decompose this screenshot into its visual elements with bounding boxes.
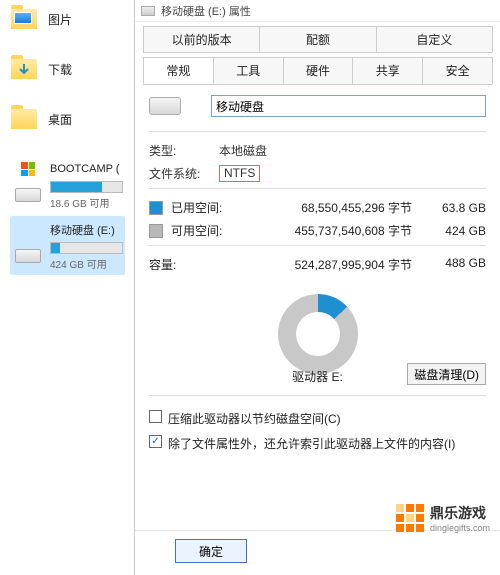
pictures-folder-icon: [10, 5, 38, 33]
free-space-human: 424 GB: [426, 224, 486, 238]
capacity-human: 488 GB: [426, 256, 486, 273]
tab-security[interactable]: 安全: [422, 57, 493, 84]
capacity-bytes: 524,287,995,904 字节: [239, 256, 426, 273]
drive-subtext: 424 GB 可用: [50, 256, 123, 271]
tab-previous-versions[interactable]: 以前的版本: [143, 26, 260, 52]
sidebar-item-desktop[interactable]: 桌面: [10, 105, 125, 133]
used-space-human: 63.8 GB: [426, 201, 486, 215]
index-checkbox[interactable]: ✓: [149, 435, 162, 448]
desktop-folder-icon: [10, 105, 38, 133]
drive-list: BOOTCAMP ( 18.6 GB 可用 移动硬盘 (E:): [10, 155, 125, 275]
hdd-icon: [12, 246, 44, 266]
free-swatch-icon: [149, 224, 163, 238]
index-checkbox-label: 除了文件属性外，还允许索引此驱动器上文件的内容(I): [168, 435, 486, 452]
dialog-title: 移动硬盘 (E:) 属性: [161, 3, 251, 19]
free-space-bytes: 455,737,540,608 字节: [239, 222, 426, 239]
tab-sharing[interactable]: 共享: [352, 57, 423, 84]
sidebar-item-label: 下载: [48, 61, 72, 78]
downloads-folder-icon: [10, 55, 38, 83]
drive-icon: [141, 6, 155, 16]
tab-general[interactable]: 常规: [143, 57, 214, 84]
tab-hardware[interactable]: 硬件: [283, 57, 354, 84]
drive-item-bootcamp[interactable]: BOOTCAMP ( 18.6 GB 可用: [10, 155, 125, 214]
compress-checkbox[interactable]: [149, 410, 162, 423]
drive-name: BOOTCAMP (: [50, 163, 123, 175]
used-space-label: 已用空间:: [171, 199, 239, 216]
tab-tools[interactable]: 工具: [213, 57, 284, 84]
properties-dialog: 移动硬盘 (E:) 属性 以前的版本 配额 自定义 常规 工具 硬件 共享 安全…: [134, 0, 500, 575]
watermark-url: dinglegifts.com: [430, 523, 490, 533]
filesystem-label: 文件系统:: [149, 165, 219, 182]
ok-button[interactable]: 确定: [175, 539, 247, 563]
compress-checkbox-label: 压缩此驱动器以节约磁盘空间(C): [168, 410, 486, 427]
sidebar-item-pictures[interactable]: 图片: [10, 5, 125, 33]
tab-customize[interactable]: 自定义: [376, 26, 493, 52]
watermark-logo-icon: [396, 504, 424, 532]
windows-flag-icon: [12, 159, 44, 179]
explorer-sidebar: 图片 下载 桌面 BOOTCAMP (: [0, 0, 130, 575]
tabs-row-2: 常规 工具 硬件 共享 安全: [143, 57, 492, 85]
drive-item-removable[interactable]: 移动硬盘 (E:) 424 GB 可用: [10, 216, 125, 275]
drive-subtext: 18.6 GB 可用: [50, 195, 123, 210]
tab-quota[interactable]: 配额: [259, 26, 376, 52]
watermark-name: 鼎乐游戏: [430, 505, 486, 521]
hdd-icon: [12, 185, 44, 205]
usage-pie-chart: [278, 294, 358, 374]
drive-letter-label: 驱动器 E:: [292, 368, 343, 385]
dialog-button-row: 确定: [135, 530, 500, 575]
sidebar-item-label: 桌面: [48, 111, 72, 128]
filesystem-value: NTFS: [219, 165, 260, 182]
drive-name-input[interactable]: [211, 95, 486, 117]
general-tab-body: 类型: 本地磁盘 文件系统: NTFS 已用空间: 68,550,455,296…: [135, 85, 500, 530]
sidebar-item-downloads[interactable]: 下载: [10, 55, 125, 83]
drive-large-icon: [149, 97, 181, 115]
drive-usage-bar: [50, 242, 123, 254]
dialog-titlebar[interactable]: 移动硬盘 (E:) 属性: [135, 0, 500, 22]
capacity-label: 容量:: [149, 256, 239, 273]
free-space-label: 可用空间:: [171, 222, 239, 239]
drive-usage-bar: [50, 181, 123, 193]
disk-cleanup-button[interactable]: 磁盘清理(D): [407, 363, 486, 385]
type-label: 类型:: [149, 142, 219, 159]
used-swatch-icon: [149, 201, 163, 215]
sidebar-item-label: 图片: [48, 11, 72, 28]
type-value: 本地磁盘: [219, 142, 267, 159]
watermark: 鼎乐游戏 dinglegifts.com: [392, 501, 494, 535]
tabs-row-1: 以前的版本 配额 自定义: [143, 26, 492, 53]
used-space-bytes: 68,550,455,296 字节: [239, 199, 426, 216]
drive-name: 移动硬盘 (E:): [50, 222, 123, 238]
